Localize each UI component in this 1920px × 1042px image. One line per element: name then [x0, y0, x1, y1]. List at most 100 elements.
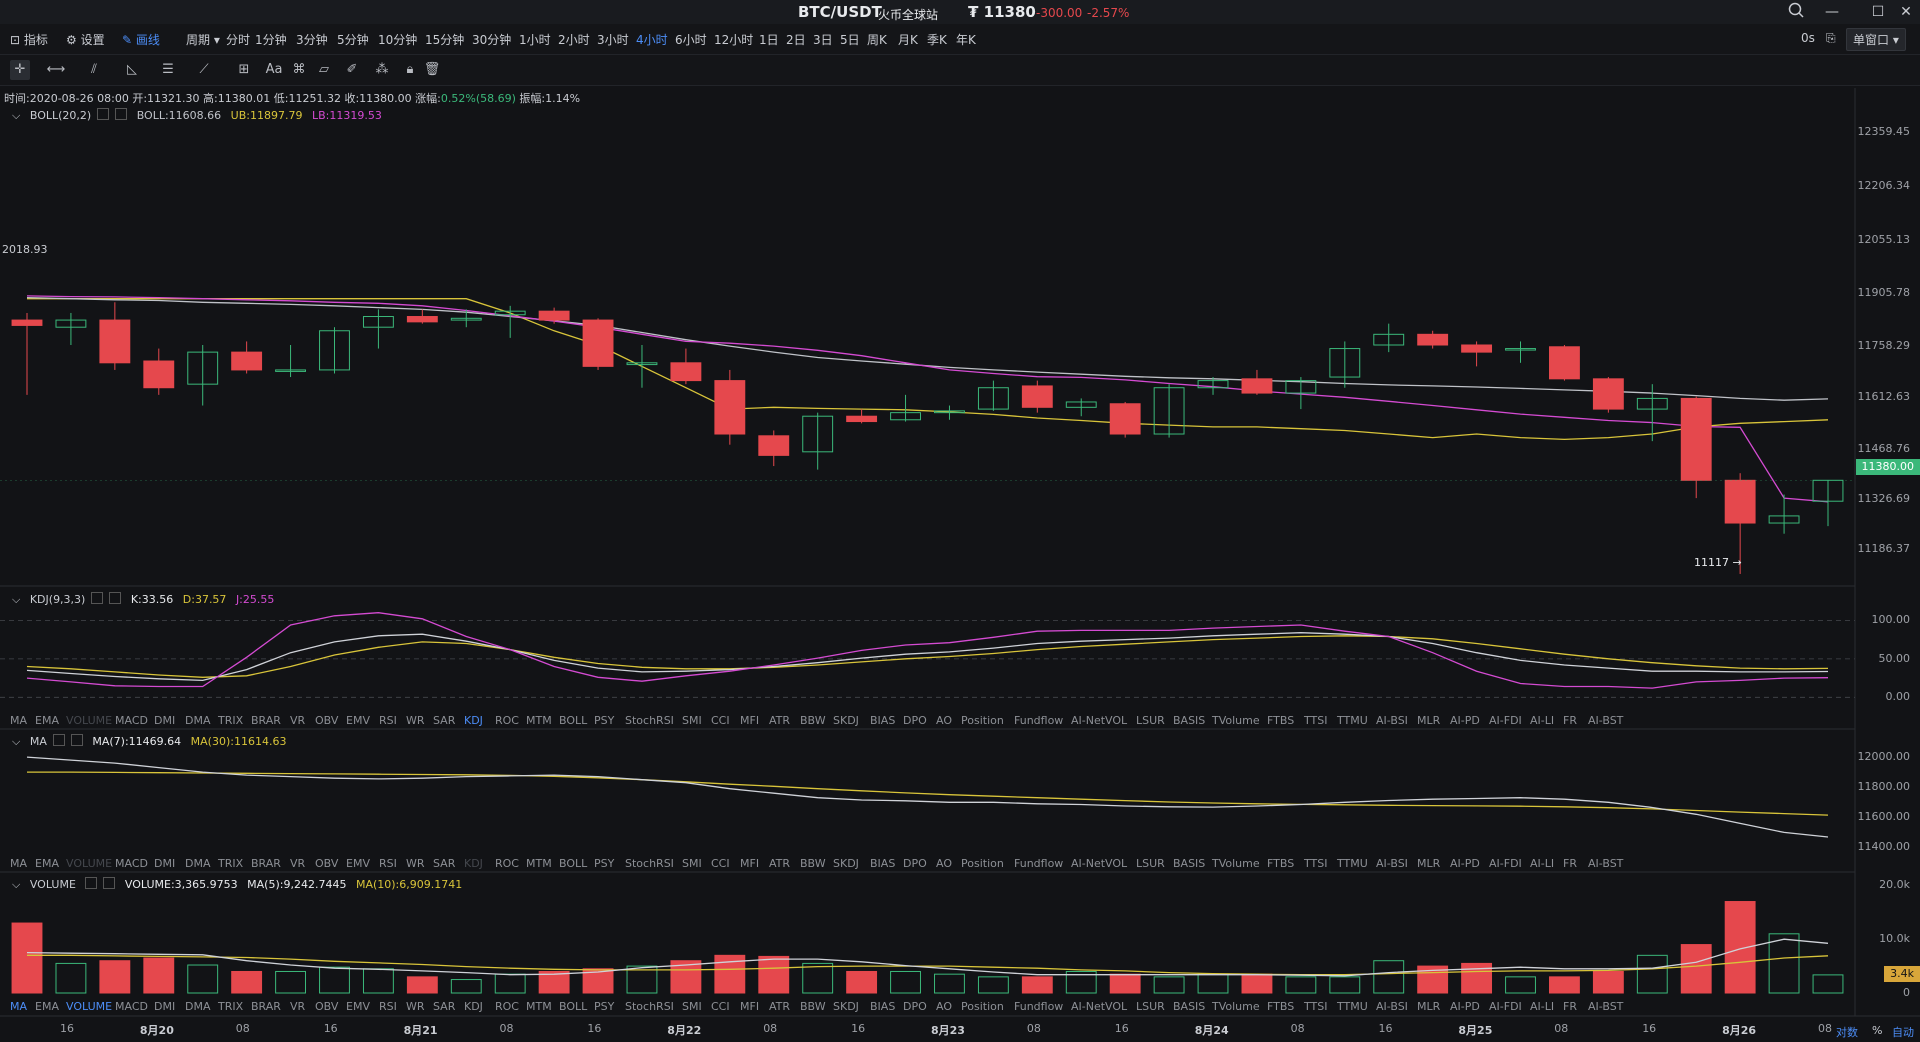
- indicator-tab-skdj[interactable]: SKDJ: [833, 714, 859, 727]
- indicator-tab-atr[interactable]: ATR: [769, 714, 790, 727]
- indicator-tab-smi[interactable]: SMI: [682, 1000, 702, 1013]
- indicator-tab-volume[interactable]: VOLUME: [66, 1000, 112, 1013]
- indicator-tab-boll[interactable]: BOLL: [559, 1000, 587, 1013]
- indicator-tab-boll[interactable]: BOLL: [559, 857, 587, 870]
- indicator-tab-basis[interactable]: BASIS: [1173, 1000, 1205, 1013]
- indicator-tab-dma[interactable]: DMA: [185, 857, 211, 870]
- indicator-tab-ao[interactable]: AO: [936, 714, 952, 727]
- indicator-tab-kdj[interactable]: KDJ: [464, 1000, 483, 1013]
- indicator-tab-ma[interactable]: MA: [10, 1000, 27, 1013]
- log-scale-button[interactable]: 对数: [1836, 1024, 1858, 1040]
- auto-scale-button[interactable]: 自动: [1892, 1024, 1914, 1040]
- indicator-tab-trix[interactable]: TRIX: [218, 714, 243, 727]
- indicator-tab-position[interactable]: Position: [961, 1000, 1004, 1013]
- collapse-icon[interactable]: ⌵: [12, 593, 20, 606]
- indicator-tab-ttmu[interactable]: TTMU: [1337, 857, 1368, 870]
- indicator-tab-bias[interactable]: BIAS: [870, 714, 895, 727]
- indicator-tab-boll[interactable]: BOLL: [559, 714, 587, 727]
- indicator-tab-ai-fdi[interactable]: AI-FDI: [1489, 714, 1522, 727]
- indicator-tab-position[interactable]: Position: [961, 857, 1004, 870]
- indicator-tab-bbw[interactable]: BBW: [800, 857, 826, 870]
- indicator-tab-stochrsi[interactable]: StochRSI: [625, 1000, 674, 1013]
- indicator-tab-dmi[interactable]: DMI: [154, 714, 175, 727]
- indicator-tab-fr[interactable]: FR: [1563, 714, 1577, 727]
- indicator-tab-tvolume[interactable]: TVolume: [1212, 857, 1260, 870]
- indicator-tab-dpo[interactable]: DPO: [903, 1000, 927, 1013]
- indicator-tab-ma[interactable]: MA: [10, 714, 27, 727]
- close-box-icon[interactable]: [103, 877, 116, 889]
- indicator-tab-ai-bst[interactable]: AI-BST: [1588, 1000, 1623, 1013]
- indicator-tab-mlr[interactable]: MLR: [1417, 857, 1440, 870]
- close-box-icon[interactable]: [115, 108, 128, 120]
- indicator-tab-ai-bsi[interactable]: AI-BSI: [1376, 857, 1408, 870]
- indicator-tab-dma[interactable]: DMA: [185, 1000, 211, 1013]
- indicator-tab-dpo[interactable]: DPO: [903, 857, 927, 870]
- indicator-tab-fundflow[interactable]: Fundflow: [1014, 857, 1063, 870]
- indicator-tab-ai-fdi[interactable]: AI-FDI: [1489, 857, 1522, 870]
- indicator-tab-rsi[interactable]: RSI: [379, 1000, 397, 1013]
- indicator-tab-brar[interactable]: BRAR: [251, 857, 281, 870]
- indicator-tab-mfi[interactable]: MFI: [740, 1000, 759, 1013]
- indicator-tab-vr[interactable]: VR: [290, 1000, 305, 1013]
- indicator-tab-atr[interactable]: ATR: [769, 857, 790, 870]
- indicator-tab-macd[interactable]: MACD: [115, 714, 148, 727]
- indicator-tab-ai-li[interactable]: AI-LI: [1530, 1000, 1554, 1013]
- indicator-tab-macd[interactable]: MACD: [115, 857, 148, 870]
- indicator-tab-rsi[interactable]: RSI: [379, 857, 397, 870]
- indicator-tab-ttmu[interactable]: TTMU: [1337, 714, 1368, 727]
- indicator-tab-mlr[interactable]: MLR: [1417, 1000, 1440, 1013]
- indicator-tab-wr[interactable]: WR: [406, 1000, 425, 1013]
- indicator-tab-position[interactable]: Position: [961, 714, 1004, 727]
- indicator-tab-fr[interactable]: FR: [1563, 857, 1577, 870]
- indicator-tab-ma[interactable]: MA: [10, 857, 27, 870]
- indicator-tab-roc[interactable]: ROC: [495, 1000, 519, 1013]
- indicator-tab-mtm[interactable]: MTM: [526, 1000, 552, 1013]
- indicator-tab-lsur[interactable]: LSUR: [1136, 714, 1165, 727]
- indicator-tab-ai-bsi[interactable]: AI-BSI: [1376, 714, 1408, 727]
- indicator-tab-obv[interactable]: OBV: [315, 857, 338, 870]
- close-box-icon[interactable]: [109, 592, 122, 604]
- indicator-tab-mfi[interactable]: MFI: [740, 714, 759, 727]
- indicator-tab-ai-li[interactable]: AI-LI: [1530, 857, 1554, 870]
- indicator-tab-ttmu[interactable]: TTMU: [1337, 1000, 1368, 1013]
- collapse-icon[interactable]: ⌵: [12, 109, 20, 122]
- indicator-tab-vr[interactable]: VR: [290, 714, 305, 727]
- indicator-tab-rsi[interactable]: RSI: [379, 714, 397, 727]
- indicator-tab-basis[interactable]: BASIS: [1173, 714, 1205, 727]
- indicator-tab-ai-netvol[interactable]: AI-NetVOL: [1071, 1000, 1127, 1013]
- indicator-tab-ai-bst[interactable]: AI-BST: [1588, 714, 1623, 727]
- indicator-tab-ai-bsi[interactable]: AI-BSI: [1376, 1000, 1408, 1013]
- indicator-tab-emv[interactable]: EMV: [346, 1000, 370, 1013]
- indicator-tab-ftbs[interactable]: FTBS: [1267, 714, 1294, 727]
- indicator-tab-roc[interactable]: ROC: [495, 714, 519, 727]
- indicator-tab-vr[interactable]: VR: [290, 857, 305, 870]
- indicator-tab-kdj[interactable]: KDJ: [464, 857, 483, 870]
- indicator-tab-volume[interactable]: VOLUME: [66, 857, 112, 870]
- indicator-tab-skdj[interactable]: SKDJ: [833, 1000, 859, 1013]
- indicator-tab-bbw[interactable]: BBW: [800, 714, 826, 727]
- indicator-tab-tvolume[interactable]: TVolume: [1212, 714, 1260, 727]
- indicator-tab-wr[interactable]: WR: [406, 714, 425, 727]
- indicator-tab-obv[interactable]: OBV: [315, 714, 338, 727]
- indicator-tab-dmi[interactable]: DMI: [154, 857, 175, 870]
- indicator-tab-sar[interactable]: SAR: [433, 714, 455, 727]
- indicator-tab-ai-pd[interactable]: AI-PD: [1450, 857, 1480, 870]
- indicator-tab-cci[interactable]: CCI: [711, 714, 730, 727]
- indicator-tab-brar[interactable]: BRAR: [251, 714, 281, 727]
- indicator-tab-mtm[interactable]: MTM: [526, 857, 552, 870]
- indicator-tab-atr[interactable]: ATR: [769, 1000, 790, 1013]
- indicator-tab-skdj[interactable]: SKDJ: [833, 857, 859, 870]
- indicator-tab-fundflow[interactable]: Fundflow: [1014, 1000, 1063, 1013]
- indicator-tab-bias[interactable]: BIAS: [870, 1000, 895, 1013]
- settings-box-icon[interactable]: [85, 877, 98, 889]
- indicator-tab-stochrsi[interactable]: StochRSI: [625, 857, 674, 870]
- indicator-tab-dmi[interactable]: DMI: [154, 1000, 175, 1013]
- indicator-tab-emv[interactable]: EMV: [346, 857, 370, 870]
- indicator-tab-brar[interactable]: BRAR: [251, 1000, 281, 1013]
- indicator-tab-fundflow[interactable]: Fundflow: [1014, 714, 1063, 727]
- indicator-tab-trix[interactable]: TRIX: [218, 857, 243, 870]
- percent-scale-button[interactable]: %: [1872, 1024, 1882, 1037]
- indicator-tab-psy[interactable]: PSY: [594, 1000, 614, 1013]
- indicator-tab-tvolume[interactable]: TVolume: [1212, 1000, 1260, 1013]
- settings-box-icon[interactable]: [52, 734, 65, 746]
